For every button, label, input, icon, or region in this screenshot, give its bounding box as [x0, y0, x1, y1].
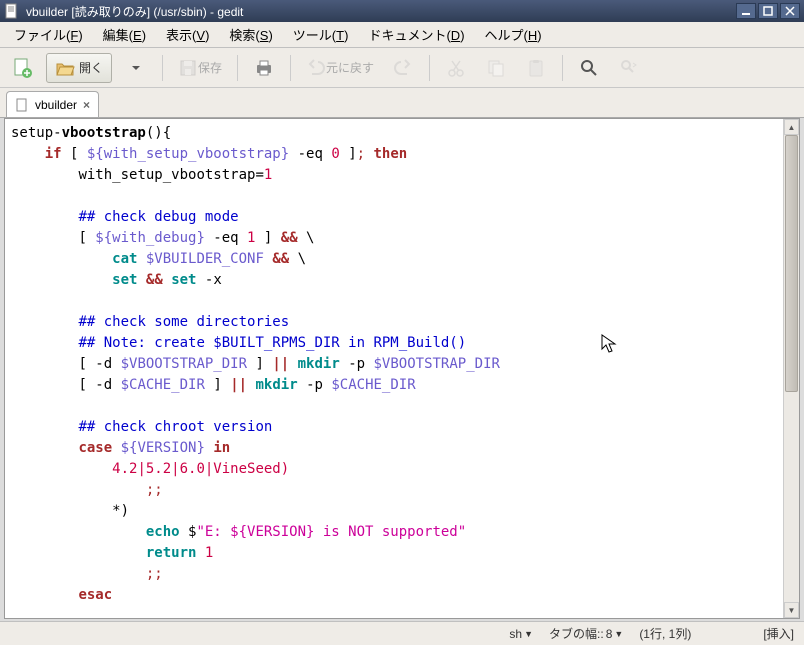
- open-button[interactable]: 開く: [46, 53, 112, 83]
- find-replace-button[interactable]: [613, 53, 645, 83]
- menu-documents[interactable]: ドキュメント(D): [360, 23, 472, 46]
- tab-close-icon[interactable]: ×: [83, 98, 90, 112]
- code-editor[interactable]: setup-vbootstrap(){ if [ ${with_setup_vb…: [5, 119, 783, 618]
- cursor-position: (1行, 1列): [639, 625, 691, 642]
- paste-button[interactable]: [520, 53, 552, 83]
- redo-button[interactable]: [387, 53, 419, 83]
- scroll-up-button[interactable]: ▲: [784, 119, 799, 135]
- menu-search[interactable]: 検索(S): [221, 23, 280, 46]
- save-button[interactable]: 保存: [173, 53, 227, 83]
- toolbar-separator: [429, 55, 430, 81]
- scroll-thumb[interactable]: [785, 135, 798, 392]
- window-titlebar: vbuilder [読み取りのみ] (/usr/sbin) - gedit: [0, 0, 804, 22]
- language-selector[interactable]: sh ▼: [509, 627, 533, 641]
- window-controls: [736, 3, 800, 19]
- toolbar-separator: [290, 55, 291, 81]
- vertical-scrollbar[interactable]: ▲ ▼: [783, 119, 799, 618]
- scroll-down-button[interactable]: ▼: [784, 602, 799, 618]
- scroll-track[interactable]: [784, 135, 799, 602]
- maximize-button[interactable]: [758, 3, 778, 19]
- find-button[interactable]: [573, 53, 605, 83]
- menu-tools[interactable]: ツール(T): [285, 23, 357, 46]
- document-tab[interactable]: vbuilder ×: [6, 91, 99, 117]
- editor-container: setup-vbootstrap(){ if [ ${with_setup_vb…: [4, 118, 800, 619]
- open-label: 開く: [79, 59, 103, 76]
- menu-help[interactable]: ヘルプ(H): [477, 23, 550, 46]
- menu-view[interactable]: 表示(V): [158, 23, 217, 46]
- document-tabbar: vbuilder ×: [0, 88, 804, 118]
- insert-mode: [挿入]: [763, 625, 794, 642]
- cut-button[interactable]: [440, 53, 472, 83]
- save-label: 保存: [198, 59, 222, 76]
- toolbar-separator: [562, 55, 563, 81]
- menubar: ファイル(F) 編集(E) 表示(V) 検索(S) ツール(T) ドキュメント(…: [0, 22, 804, 48]
- print-button[interactable]: [248, 53, 280, 83]
- close-button[interactable]: [780, 3, 800, 19]
- tab-width-selector[interactable]: タブの幅:: 8 ▼: [549, 625, 623, 642]
- tab-label: vbuilder: [35, 98, 77, 112]
- toolbar-separator: [162, 55, 163, 81]
- toolbar-separator: [237, 55, 238, 81]
- menu-edit[interactable]: 編集(E): [95, 23, 154, 46]
- minimize-button[interactable]: [736, 3, 756, 19]
- window-title: vbuilder [読み取りのみ] (/usr/sbin) - gedit: [26, 3, 736, 20]
- app-icon: [4, 3, 20, 19]
- file-icon: [15, 98, 29, 112]
- toolbar: 開く 保存 元に戻す: [0, 48, 804, 88]
- new-button[interactable]: [6, 53, 38, 83]
- undo-label: 元に戻す: [326, 59, 374, 76]
- copy-button[interactable]: [480, 53, 512, 83]
- open-dropdown[interactable]: [120, 53, 152, 83]
- undo-button[interactable]: 元に戻す: [301, 53, 379, 83]
- menu-file[interactable]: ファイル(F): [6, 23, 91, 46]
- statusbar: sh ▼ タブの幅:: 8 ▼ (1行, 1列) [挿入]: [0, 621, 804, 645]
